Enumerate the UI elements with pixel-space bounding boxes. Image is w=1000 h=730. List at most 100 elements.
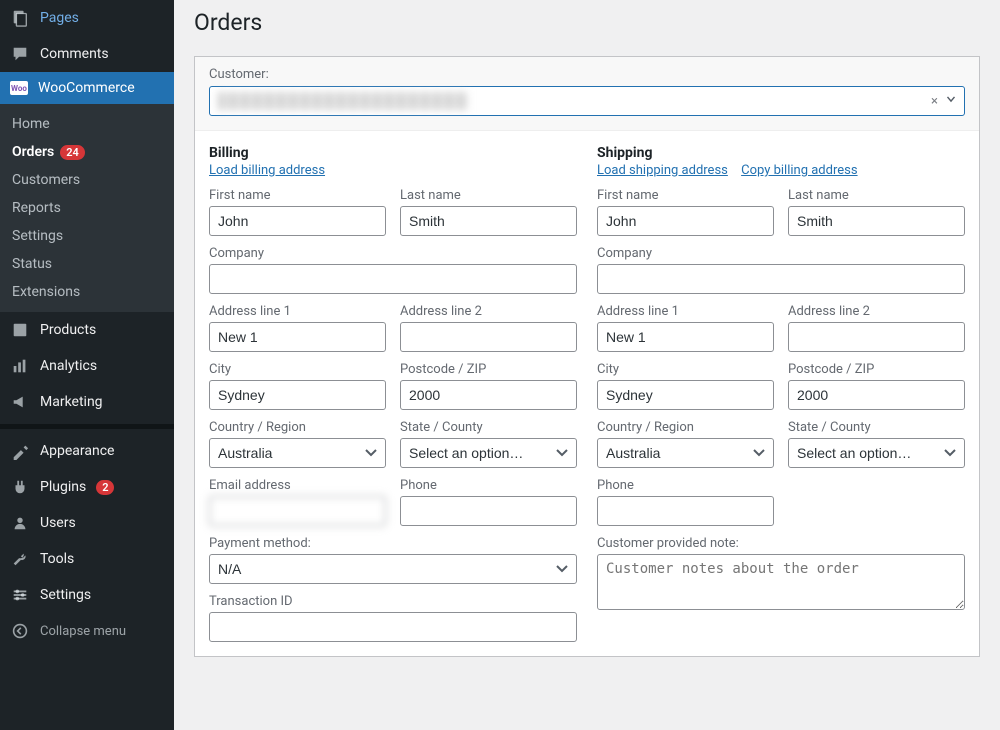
- shipping-postcode-input[interactable]: [788, 380, 965, 410]
- tools-icon: [10, 549, 30, 569]
- transaction-id-input[interactable]: [209, 612, 577, 642]
- chevron-down-icon[interactable]: [944, 92, 958, 110]
- sidebar-item-pages[interactable]: Pages: [0, 0, 174, 36]
- sidebar-item-marketing[interactable]: Marketing: [0, 384, 174, 420]
- sidebar-item-products[interactable]: Products: [0, 312, 174, 348]
- orders-count-badge: 24: [60, 145, 85, 160]
- sidebar-item-admin-settings[interactable]: Settings: [0, 577, 174, 613]
- shipping-first-name-label: First name: [597, 188, 774, 203]
- sidebar-item-analytics[interactable]: Analytics: [0, 348, 174, 384]
- shipping-addr2-input[interactable]: [788, 322, 965, 352]
- shipping-first-name-input[interactable]: [597, 206, 774, 236]
- sidebar-item-plugins[interactable]: Plugins 2: [0, 469, 174, 505]
- billing-country-select[interactable]: Australia: [209, 438, 386, 468]
- payment-method-select[interactable]: N/A: [209, 554, 577, 584]
- sidebar-label: Users: [40, 515, 76, 531]
- menu-separator: [0, 424, 174, 429]
- shipping-addr1-input[interactable]: [597, 322, 774, 352]
- billing-state-select[interactable]: Select an option…: [400, 438, 577, 468]
- shipping-country-select[interactable]: Australia: [597, 438, 774, 468]
- analytics-icon: [10, 356, 30, 376]
- customer-value-redacted: [218, 92, 468, 110]
- sidebar-label: Comments: [40, 46, 109, 62]
- shipping-city-input[interactable]: [597, 380, 774, 410]
- billing-column: Billing Load billing address First name …: [209, 145, 577, 642]
- billing-email-label: Email address: [209, 478, 386, 493]
- shipping-country-label: Country / Region: [597, 420, 774, 435]
- appearance-icon: [10, 441, 30, 461]
- sidebar-label: Plugins: [40, 479, 86, 495]
- billing-first-name-input[interactable]: [209, 206, 386, 236]
- sidebar-item-customers[interactable]: Customers: [0, 166, 174, 194]
- load-shipping-address-link[interactable]: Load shipping address: [597, 163, 728, 178]
- collapse-label: Collapse menu: [40, 624, 126, 639]
- collapse-menu-button[interactable]: Collapse menu: [0, 615, 174, 647]
- sidebar-label: Products: [40, 322, 96, 338]
- billing-state-label: State / County: [400, 420, 577, 435]
- sidebar-item-settings[interactable]: Settings: [0, 222, 174, 250]
- settings-icon: [10, 585, 30, 605]
- products-icon: [10, 320, 30, 340]
- sidebar-item-home[interactable]: Home: [0, 110, 174, 138]
- page-title: Orders: [194, 0, 980, 56]
- shipping-state-select[interactable]: Select an option…: [788, 438, 965, 468]
- marketing-icon: [10, 392, 30, 412]
- billing-company-label: Company: [209, 246, 577, 261]
- shipping-phone-input[interactable]: [597, 496, 774, 526]
- billing-email-input[interactable]: [209, 496, 386, 526]
- shipping-last-name-label: Last name: [788, 188, 965, 203]
- copy-billing-address-link[interactable]: Copy billing address: [741, 163, 857, 178]
- shipping-company-input[interactable]: [597, 264, 965, 294]
- sidebar-item-tools[interactable]: Tools: [0, 541, 174, 577]
- billing-addr2-input[interactable]: [400, 322, 577, 352]
- sidebar-item-extensions[interactable]: Extensions: [0, 278, 174, 306]
- billing-postcode-input[interactable]: [400, 380, 577, 410]
- sidebar-item-reports[interactable]: Reports: [0, 194, 174, 222]
- sidebar-item-comments[interactable]: Comments: [0, 36, 174, 72]
- shipping-city-label: City: [597, 362, 774, 377]
- users-icon: [10, 513, 30, 533]
- sidebar-item-status[interactable]: Status: [0, 250, 174, 278]
- sidebar-item-orders[interactable]: Orders 24: [0, 138, 174, 166]
- billing-addr1-input[interactable]: [209, 322, 386, 352]
- shipping-last-name-input[interactable]: [788, 206, 965, 236]
- billing-phone-label: Phone: [400, 478, 577, 493]
- admin-sidebar: Pages Comments Woo WooCommerce Home Orde…: [0, 0, 174, 730]
- billing-last-name-input[interactable]: [400, 206, 577, 236]
- shipping-phone-label: Phone: [597, 478, 774, 493]
- sidebar-item-users[interactable]: Users: [0, 505, 174, 541]
- customer-select[interactable]: ×: [209, 86, 965, 116]
- billing-last-name-label: Last name: [400, 188, 577, 203]
- clear-customer-icon[interactable]: ×: [931, 94, 938, 109]
- sidebar-label: Settings: [40, 587, 91, 603]
- billing-addr2-label: Address line 2: [400, 304, 577, 319]
- billing-city-input[interactable]: [209, 380, 386, 410]
- billing-heading: Billing: [209, 145, 577, 161]
- sidebar-label: Orders: [12, 144, 54, 160]
- billing-country-label: Country / Region: [209, 420, 386, 435]
- transaction-id-label: Transaction ID: [209, 594, 577, 609]
- main-content: Orders Customer: × Billing Load billing …: [174, 0, 1000, 730]
- billing-company-input[interactable]: [209, 264, 577, 294]
- sidebar-label: Analytics: [40, 358, 97, 374]
- load-billing-address-link[interactable]: Load billing address: [209, 163, 325, 178]
- shipping-company-label: Company: [597, 246, 965, 261]
- customer-note-textarea[interactable]: [597, 554, 965, 610]
- sidebar-item-appearance[interactable]: Appearance: [0, 433, 174, 469]
- customer-label: Customer:: [209, 67, 965, 82]
- shipping-column: Shipping Load shipping address Copy bill…: [597, 145, 965, 642]
- sidebar-label: Marketing: [40, 394, 103, 410]
- customer-selector-row: Customer: ×: [195, 57, 979, 131]
- plugins-count-badge: 2: [96, 480, 114, 495]
- billing-addr1-label: Address line 1: [209, 304, 386, 319]
- shipping-postcode-label: Postcode / ZIP: [788, 362, 965, 377]
- sidebar-label: WooCommerce: [38, 80, 135, 96]
- shipping-heading: Shipping: [597, 145, 965, 161]
- shipping-state-label: State / County: [788, 420, 965, 435]
- sidebar-item-woocommerce[interactable]: Woo WooCommerce: [0, 72, 174, 104]
- sidebar-label: Tools: [40, 551, 74, 567]
- billing-first-name-label: First name: [209, 188, 386, 203]
- billing-phone-input[interactable]: [400, 496, 577, 526]
- order-data-panel: Customer: × Billing Load billing address: [194, 56, 980, 657]
- customer-note-label: Customer provided note:: [597, 536, 965, 551]
